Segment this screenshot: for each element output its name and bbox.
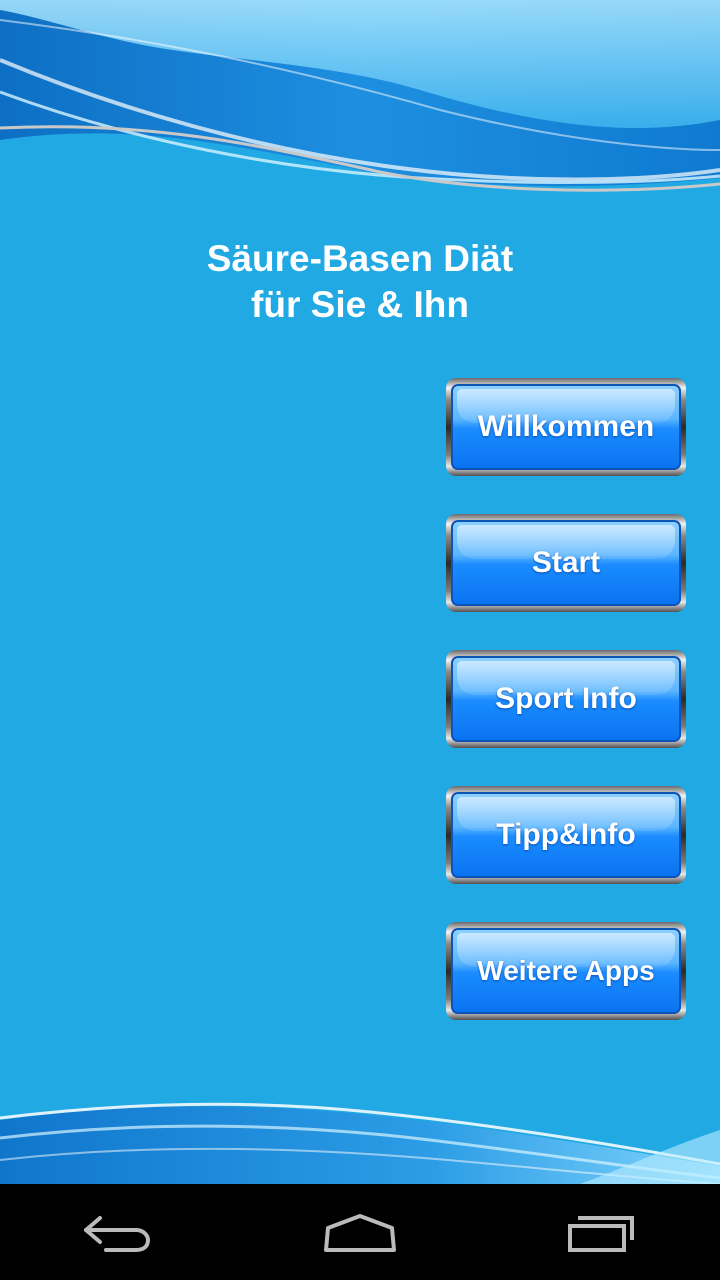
app-title: Säure-Basen Diät für Sie & Ihn [0,236,720,328]
willkommen-button[interactable]: Willkommen [446,378,686,476]
back-icon [84,1216,151,1252]
title-line-2: für Sie & Ihn [251,284,469,325]
weitere-apps-button[interactable]: Weitere Apps [446,922,686,1020]
sport-info-button[interactable]: Sport Info [446,650,686,748]
start-button-face[interactable]: Start [451,520,681,606]
tipp-info-button-label: Tipp&Info [496,818,636,851]
title-line-1: Säure-Basen Diät [206,238,514,279]
back-button[interactable] [60,1192,180,1272]
system-navigation-bar [0,1184,720,1280]
weitere-apps-button-label: Weitere Apps [477,955,655,986]
recent-apps-button[interactable] [540,1192,660,1272]
bottom-wave-decoration [0,1102,720,1184]
home-icon [324,1214,396,1252]
tipp-info-button[interactable]: Tipp&Info [446,786,686,884]
start-button[interactable]: Start [446,514,686,612]
tipp-info-button-face[interactable]: Tipp&Info [451,792,681,878]
start-button-label: Start [531,546,601,579]
willkommen-button-face[interactable]: Willkommen [451,384,681,470]
willkommen-button-label: Willkommen [477,410,655,443]
recent-apps-icon [568,1216,634,1252]
sport-info-button-face[interactable]: Sport Info [451,656,681,742]
sport-info-button-label: Sport Info [495,682,637,715]
top-wave-decoration [0,0,720,200]
home-button[interactable] [300,1192,420,1272]
weitere-apps-button-face[interactable]: Weitere Apps [451,928,681,1014]
app-screen: Säure-Basen Diät für Sie & Ihn Willkomme… [0,0,720,1184]
